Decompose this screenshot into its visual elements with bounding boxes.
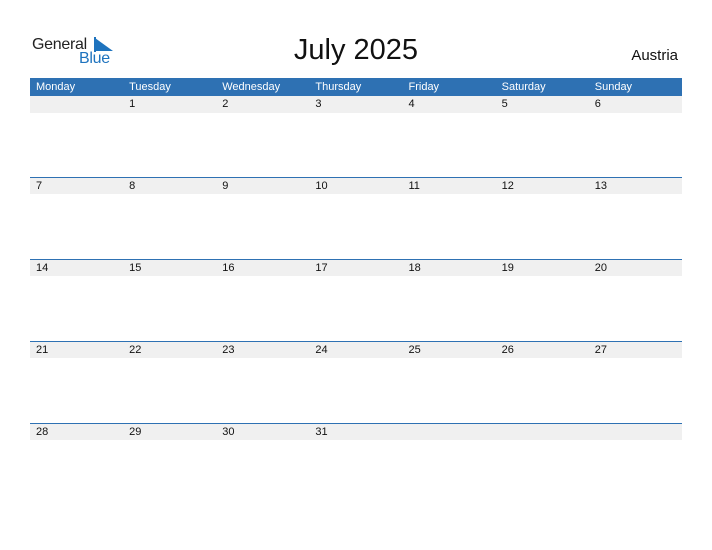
weekday-monday: Monday <box>36 81 76 93</box>
calendar: Monday Tuesday Wednesday Thursday Friday… <box>30 78 682 505</box>
day-cell: 10 <box>315 180 328 192</box>
week-row: 28 29 30 31 <box>30 423 682 505</box>
country-label: Austria <box>631 47 678 64</box>
day-cell: 11 <box>408 180 420 192</box>
day-cell: 8 <box>129 180 136 192</box>
week-row: 21 22 23 24 25 26 27 <box>30 341 682 423</box>
day-cell: 25 <box>408 344 421 356</box>
day-cell: 26 <box>501 344 514 356</box>
weekday-header: Monday Tuesday Wednesday Thursday Friday… <box>30 78 682 96</box>
weekday-friday: Friday <box>408 81 440 93</box>
page-title: July 2025 <box>293 34 419 66</box>
day-cell: 30 <box>222 426 235 438</box>
day-cell: 19 <box>501 262 514 274</box>
date-strip: 28 29 30 31 <box>30 424 682 440</box>
date-strip: 21 22 23 24 25 26 27 <box>30 342 682 358</box>
day-cell: 4 <box>408 98 415 110</box>
day-cell: 31 <box>315 426 328 438</box>
day-cell: 23 <box>222 344 235 356</box>
day-cell <box>30 96 123 113</box>
day-cell: 17 <box>315 262 328 274</box>
day-cell: 24 <box>315 344 328 356</box>
day-cell: 3 <box>315 98 322 110</box>
day-cell: 9 <box>222 180 229 192</box>
date-strip: 1 2 3 4 5 6 <box>30 96 682 113</box>
day-cell <box>589 424 682 440</box>
day-cell: 13 <box>594 180 607 192</box>
day-cell: 29 <box>129 426 142 438</box>
day-cell: 27 <box>594 344 607 356</box>
weeks-container: 1 2 3 4 5 6 7 8 9 10 11 12 13 14 15 16 17 18 19 20 21 22 23 24 2… <box>30 96 682 505</box>
day-cell: 28 <box>36 426 49 438</box>
week-row: 1 2 3 4 5 6 <box>30 96 682 177</box>
day-cell: 5 <box>501 98 508 110</box>
week-row: 7 8 9 10 11 12 13 <box>30 177 682 259</box>
week-row: 14 15 16 17 18 19 20 <box>30 259 682 341</box>
day-cell: 1 <box>129 98 136 110</box>
day-cell: 14 <box>36 262 49 274</box>
weekday-thursday: Thursday <box>315 81 362 93</box>
date-strip: 7 8 9 10 11 12 13 <box>30 178 682 194</box>
weekday-saturday: Saturday <box>501 81 546 93</box>
weekday-sunday: Sunday <box>594 81 633 93</box>
day-cell: 22 <box>129 344 142 356</box>
day-cell: 20 <box>594 262 607 274</box>
day-cell: 16 <box>222 262 235 274</box>
day-cell: 2 <box>222 98 229 110</box>
day-cell <box>496 424 589 440</box>
day-cell: 18 <box>408 262 421 274</box>
day-cell: 15 <box>129 262 142 274</box>
day-cell: 6 <box>594 98 601 110</box>
weekday-tuesday: Tuesday <box>129 81 171 93</box>
day-cell: 21 <box>36 344 49 356</box>
weekday-wednesday: Wednesday <box>222 81 281 93</box>
day-cell: 12 <box>501 180 514 192</box>
date-strip: 14 15 16 17 18 19 20 <box>30 260 682 276</box>
day-cell <box>403 424 496 440</box>
day-cell: 7 <box>36 180 43 192</box>
